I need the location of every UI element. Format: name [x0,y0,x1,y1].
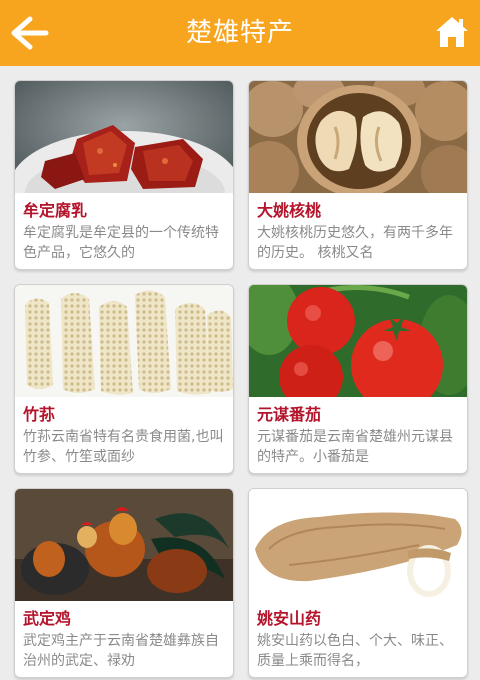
tomato-image [249,285,467,397]
product-name: 大姚核桃 [257,201,322,220]
product-name: 武定鸡 [23,609,72,628]
product-name: 姚安山药 [257,609,322,628]
product-desc: 武定鸡主产于云南省楚雄彝族自治州的武定、禄劝 [23,633,219,669]
app-header: 楚雄特产 [0,0,480,66]
product-card-zhusun[interactable]: 竹荪 竹荪云南省特有名贵食用菌,也叫竹参、竹笙或面纱 [14,284,234,474]
product-grid: 牟定腐乳 牟定腐乳是牟定县的一个传统特色产品，它悠久的 大姚核桃 大姚核桃历史悠… [0,66,480,680]
product-card-dayao-walnut[interactable]: 大姚核桃 大姚核桃历史悠久，有两千多年的历史。 核桃又名 [248,80,468,270]
product-desc: 竹荪云南省特有名贵食用菌,也叫竹参、竹笙或面纱 [23,429,224,465]
product-name: 竹荪 [23,405,56,424]
product-desc: 姚安山药以色白、个大、味正、质量上乘而得名， [257,633,453,669]
product-card-wuding-chicken[interactable]: 武定鸡 武定鸡主产于云南省楚雄彝族自治州的武定、禄劝 [14,488,234,678]
product-name: 元谋番茄 [257,405,322,424]
product-desc: 牟定腐乳是牟定县的一个传统特色产品，它悠久的 [23,225,219,261]
product-card-yuanmou-tomato[interactable]: 元谋番茄 元谋番茄是云南省楚雄州元谋县的特产。小番茄是 [248,284,468,474]
product-desc: 元谋番茄是云南省楚雄州元谋县的特产。小番茄是 [257,429,453,465]
product-name: 牟定腐乳 [23,201,88,220]
page-title: 楚雄特产 [185,18,294,48]
home-icon[interactable] [434,14,470,50]
rooster-image [15,489,233,601]
walnut-image [249,81,467,193]
yam-image [249,489,467,601]
product-card-yaoan-yam[interactable]: 姚安山药 姚安山药以色白、个大、味正、质量上乘而得名， [248,488,468,678]
bamboo-fungus-image [15,285,233,397]
fermented-tofu-image [15,81,233,193]
product-card-mouding-fuiru[interactable]: 牟定腐乳 牟定腐乳是牟定县的一个传统特色产品，它悠久的 [14,80,234,270]
product-desc: 大姚核桃历史悠久，有两千多年的历史。 核桃又名 [257,225,453,261]
